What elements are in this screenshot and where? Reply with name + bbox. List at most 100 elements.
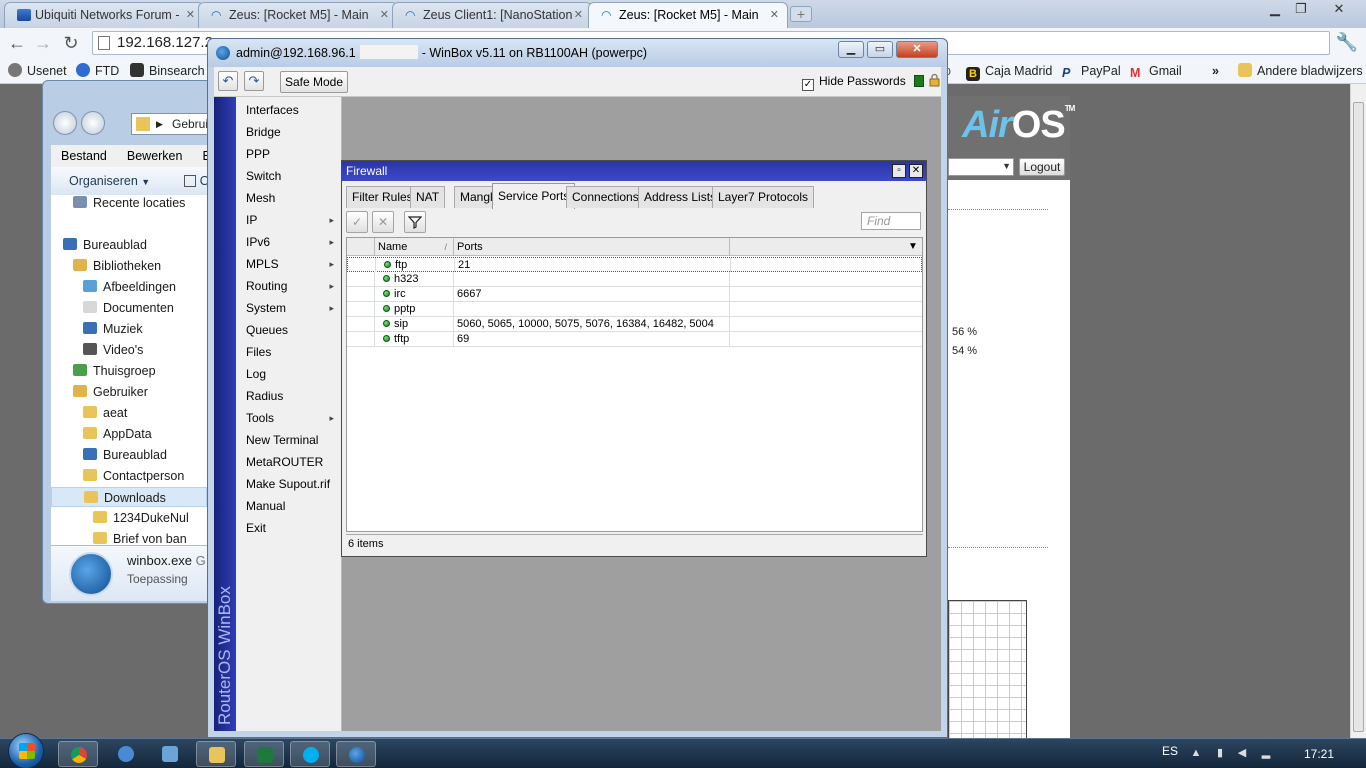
reload-button[interactable]: ↻	[60, 32, 82, 54]
menu-item-make-supout-rif[interactable]: Make Supout.rif	[236, 473, 340, 495]
explorer-back-button[interactable]	[53, 111, 77, 135]
winbox-minimize-button[interactable]: ▁	[838, 41, 864, 58]
tab-service-ports[interactable]: Service Ports	[492, 183, 576, 209]
winbox-maximize-button[interactable]: ▭	[867, 41, 893, 58]
open-button[interactable]: O	[183, 174, 209, 188]
logout-button[interactable]: Logout	[1019, 158, 1065, 176]
table-row[interactable]: irc 6667	[347, 287, 922, 302]
menu-item-manual[interactable]: Manual	[236, 495, 340, 517]
language-indicator[interactable]: ES	[1162, 744, 1178, 758]
menu-item-new-terminal[interactable]: New Terminal	[236, 429, 340, 451]
column-ports[interactable]: Ports	[454, 238, 730, 256]
hide-passwords-checkbox[interactable]: ✓ Hide Passwords	[802, 74, 906, 91]
filter-button[interactable]	[404, 211, 426, 233]
forward-button[interactable]: →	[32, 32, 54, 54]
menu-item-files[interactable]: Files	[236, 341, 340, 363]
menu-item-log[interactable]: Log	[236, 363, 340, 385]
menu-item-routing[interactable]: Routing ▸	[236, 275, 340, 297]
wrench-icon[interactable]: 🔧	[1336, 32, 1358, 53]
table-row[interactable]: sip 5060, 5065, 10000, 5075, 5076, 16384,…	[347, 317, 922, 332]
menu-bewerken[interactable]: Bewerken	[127, 149, 183, 163]
taskbar-chrome[interactable]	[58, 741, 98, 767]
bookmark-binsearch[interactable]: Binsearch	[130, 62, 205, 80]
close-icon[interactable]: ✕	[574, 3, 583, 27]
undo-button[interactable]: ↶	[218, 71, 238, 91]
close-icon[interactable]: ✕	[770, 3, 779, 27]
column-menu-dropdown[interactable]: ▼	[906, 240, 920, 254]
taskbar-skype[interactable]	[290, 741, 330, 767]
tree-item[interactable]: Contactperson	[83, 466, 184, 486]
tree-item[interactable]: Muziek	[83, 319, 143, 339]
menu-item-mpls[interactable]: MPLS ▸	[236, 253, 340, 275]
clock[interactable]: 17:21	[1304, 747, 1334, 761]
bookmark-gmail[interactable]: M Gmail	[1130, 62, 1182, 80]
table-row[interactable]: pptp	[347, 302, 922, 317]
tree-item[interactable]: Afbeeldingen	[83, 277, 176, 297]
table-row[interactable]: h323	[347, 272, 922, 287]
tree-item[interactable]: 1234DukeNul	[93, 508, 189, 528]
find-input[interactable]: Find	[861, 212, 921, 230]
menu-item-switch[interactable]: Switch	[236, 165, 340, 187]
taskbar-itunes[interactable]	[106, 741, 146, 767]
tree-item[interactable]: AppData	[83, 424, 152, 444]
menu-item-metarouter[interactable]: MetaROUTER	[236, 451, 340, 473]
menu-item-ipv6[interactable]: IPv6 ▸	[236, 231, 340, 253]
tab-connections[interactable]: Connections	[566, 186, 645, 208]
bookmark-paypal[interactable]: P PayPal	[1062, 62, 1121, 80]
taskbar-winbox[interactable]	[336, 741, 376, 767]
volume-icon[interactable]: ◀	[1236, 747, 1248, 759]
tree-item[interactable]: Thuisgroep	[73, 361, 156, 381]
winbox-close-button[interactable]: ✕	[896, 41, 938, 58]
bookmark-usenet[interactable]: Usenet	[8, 62, 67, 80]
close-window-button[interactable]: ✕	[1326, 0, 1352, 18]
close-icon[interactable]: ✕	[186, 3, 195, 27]
minimize-button[interactable]: ▁	[1262, 0, 1288, 18]
browser-tab-2[interactable]: ◠ Zeus: [Rocket M5] - Main ✕	[198, 2, 398, 28]
disable-button[interactable]: ✕	[372, 211, 394, 233]
tree-item[interactable]: Downloads	[51, 487, 207, 507]
firewall-close-button[interactable]: ✕	[909, 164, 923, 178]
airos-tools-select[interactable]	[948, 158, 1014, 176]
redo-button[interactable]: ↷	[244, 71, 264, 91]
safe-mode-button[interactable]: Safe Mode	[280, 71, 348, 93]
taskbar-network[interactable]	[150, 741, 190, 767]
enable-button[interactable]: ✓	[346, 211, 368, 233]
firewall-maximize-button[interactable]: ▫	[892, 164, 906, 178]
checkbox-icon[interactable]: ✓	[802, 79, 814, 91]
column-select[interactable]	[347, 238, 375, 256]
close-icon[interactable]: ✕	[380, 3, 389, 27]
explorer-forward-button[interactable]	[81, 111, 105, 135]
organize-button[interactable]: Organiseren	[69, 174, 138, 188]
table-row[interactable]: tftp 69	[347, 332, 922, 347]
other-bookmarks-folder[interactable]: Andere bladwijzers	[1238, 62, 1363, 80]
new-tab-button[interactable]: +	[790, 6, 812, 22]
scrollbar-thumb[interactable]	[1353, 102, 1364, 732]
tree-item[interactable]: Gebruiker	[73, 382, 148, 402]
menu-item-queues[interactable]: Queues	[236, 319, 340, 341]
winbox-titlebar[interactable]: admin@192.168.96.1 - WinBox v5.11 on RB11…	[208, 39, 947, 67]
more-bookmarks-chevron[interactable]: »	[1212, 62, 1219, 80]
maximize-button[interactable]: ❐	[1288, 0, 1314, 18]
firewall-titlebar[interactable]: Firewall ▫ ✕	[342, 161, 926, 181]
start-button[interactable]	[8, 733, 44, 768]
tab-address-lists[interactable]: Address Lists	[638, 186, 723, 208]
tree-item[interactable]: Documenten	[83, 298, 174, 318]
menu-item-ppp[interactable]: PPP	[236, 143, 340, 165]
back-button[interactable]: ←	[6, 32, 28, 54]
taskbar-excel[interactable]	[244, 741, 284, 767]
menu-item-interfaces[interactable]: Interfaces	[236, 99, 340, 121]
menu-item-mesh[interactable]: Mesh	[236, 187, 340, 209]
browser-tab-1[interactable]: Ubiquiti Networks Forum - ✕	[4, 2, 204, 28]
tree-item[interactable]: Bureaublad	[63, 235, 147, 255]
tree-item[interactable]: aeat	[83, 403, 127, 423]
tab-filter-rules[interactable]: Filter Rules	[346, 186, 419, 208]
tab-layer7-protocols[interactable]: Layer7 Protocols	[712, 186, 815, 208]
menu-item-system[interactable]: System ▸	[236, 297, 340, 319]
menu-item-bridge[interactable]: Bridge	[236, 121, 340, 143]
menu-item-radius[interactable]: Radius	[236, 385, 340, 407]
tab-nat[interactable]: NAT	[410, 186, 446, 208]
browser-tab-3[interactable]: ◠ Zeus Client1: [NanoStation ✕	[392, 2, 592, 28]
bookmark-ftd[interactable]: FTD	[76, 62, 119, 80]
menu-item-exit[interactable]: Exit	[236, 517, 340, 539]
tree-item[interactable]: Video's	[83, 340, 143, 360]
